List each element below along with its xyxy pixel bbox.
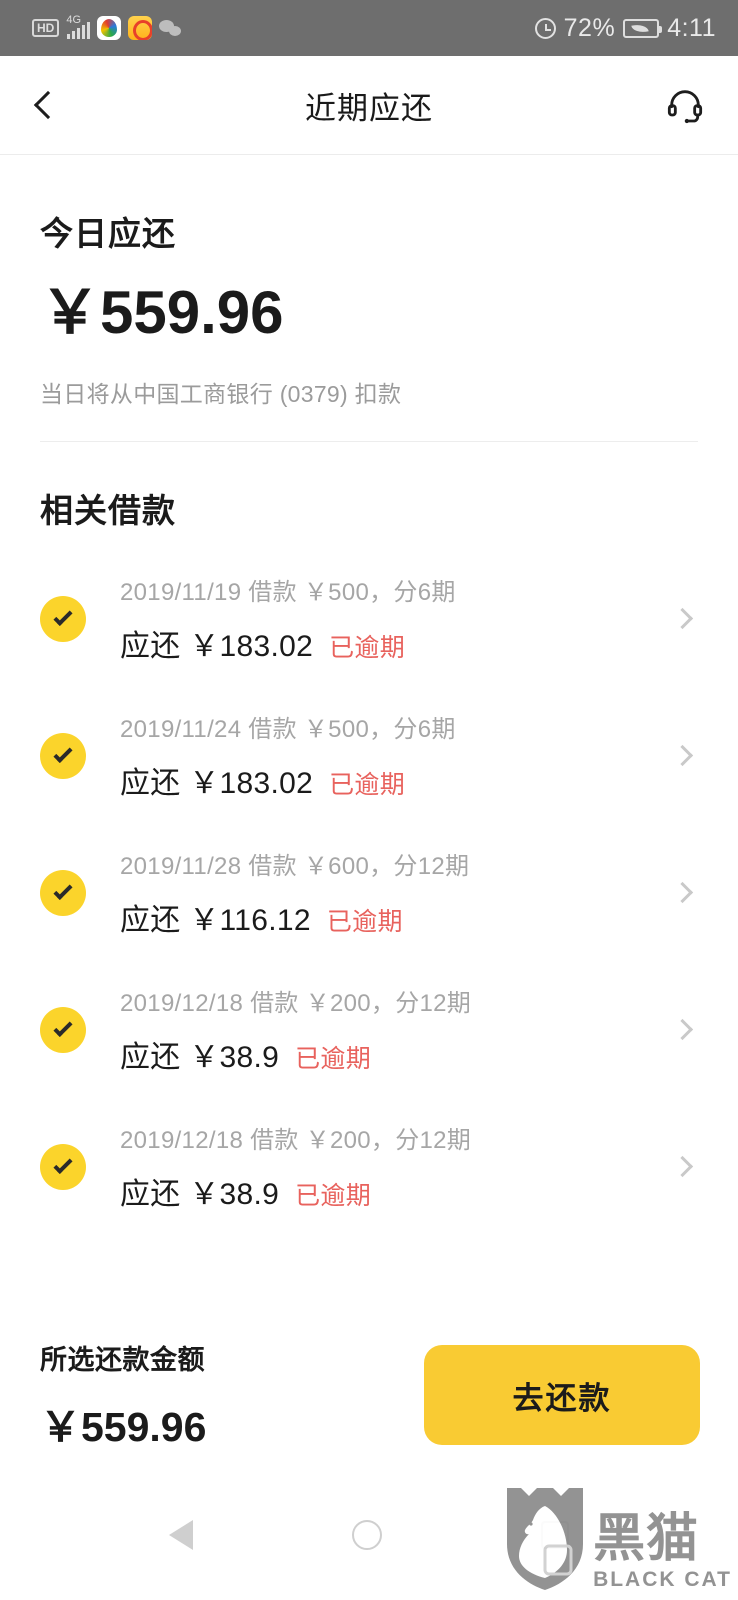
list-item[interactable]: 2019/12/18 借款 ￥200，分12期 应还 ￥38.9 已逾期 — [0, 1098, 738, 1235]
alarm-icon — [534, 17, 556, 39]
repay-button[interactable]: 去还款 — [424, 1345, 700, 1445]
loan-due-amount: 应还 ￥183.02 — [120, 767, 314, 800]
loan-text: 2019/11/28 借款 ￥600，分12期 应还 ￥116.12 已逾期 — [120, 846, 675, 939]
hd-icon: HD — [32, 19, 60, 37]
today-due-label: 今日应还 — [40, 215, 176, 252]
battery-percent-label: 72% — [563, 13, 616, 42]
chevron-left-icon — [33, 90, 63, 120]
status-badge: 已逾期 — [329, 634, 405, 662]
selected-amount-block: 所选还款金额 ￥559.96 — [40, 1338, 206, 1453]
loan-meta: 2019/12/18 借款 ￥200，分12期 — [120, 990, 472, 1017]
status-badge: 已逾期 — [295, 1182, 372, 1210]
loan-list: 2019/11/19 借款 ￥500，分6期 应还 ￥183.02 已逾期 20… — [0, 550, 738, 1235]
list-item[interactable]: 2019/12/18 借款 ￥200，分12期 应还 ￥38.9 已逾期 — [0, 961, 738, 1098]
signal-icon: 4G — [66, 14, 91, 39]
loan-meta: 2019/11/19 借款 ￥500，分6期 — [120, 579, 456, 606]
watermark: 黑猫 BLACK CAT — [505, 1484, 732, 1592]
status-badge: 已逾期 — [329, 771, 405, 799]
loan-text: 2019/12/18 借款 ￥200，分12期 应还 ￥38.9 已逾期 — [120, 983, 675, 1076]
black-cat-shield-icon — [507, 1488, 584, 1590]
loan-due-line: 应还 ￥38.9 已逾期 — [120, 1032, 675, 1076]
chevron-right-icon[interactable] — [671, 1018, 694, 1041]
checkbox-checked-icon[interactable] — [40, 869, 86, 916]
checkbox-checked-icon[interactable] — [40, 1143, 86, 1190]
status-badge: 已逾期 — [326, 908, 403, 936]
loan-meta: 2019/12/18 借款 ￥200，分12期 — [120, 1127, 472, 1154]
chevron-right-icon[interactable] — [671, 607, 694, 630]
bottom-action-bar: 所选还款金额 ￥559.96 去还款 — [0, 1320, 738, 1470]
network-type-label: 4G — [66, 14, 82, 26]
loan-due-amount: 应还 ￥38.9 — [120, 1178, 280, 1211]
watermark-en-label: BLACK CAT — [593, 1568, 732, 1591]
selected-amount-value: ￥559.96 — [40, 1403, 207, 1450]
chevron-right-icon[interactable] — [671, 881, 694, 904]
loan-due-amount: 应还 ￥38.9 — [120, 1041, 280, 1074]
loan-due-amount: 应还 ￥183.02 — [120, 630, 314, 663]
chevron-right-icon[interactable] — [671, 1155, 694, 1178]
checkbox-checked-icon[interactable] — [40, 595, 86, 642]
loan-text: 2019/11/19 借款 ￥500，分6期 应还 ￥183.02 已逾期 — [120, 572, 675, 665]
nav-home-icon[interactable] — [351, 1520, 382, 1550]
selected-amount-label: 所选还款金额 — [40, 1344, 205, 1375]
checkbox-checked-icon[interactable] — [40, 1006, 86, 1053]
list-item[interactable]: 2019/11/28 借款 ￥600，分12期 应还 ￥116.12 已逾期 — [0, 824, 738, 961]
status-badge: 已逾期 — [295, 1045, 372, 1073]
loan-due-line: 应还 ￥183.02 已逾期 — [120, 758, 675, 802]
today-due-amount: ￥559.96 — [40, 279, 284, 346]
loan-due-line: 应还 ￥38.9 已逾期 — [120, 1169, 675, 1213]
wechat-icon — [159, 16, 183, 40]
loan-text: 2019/11/24 借款 ￥500，分6期 应还 ￥183.02 已逾期 — [120, 709, 675, 802]
customer-service-button[interactable] — [654, 56, 716, 154]
related-loans-title: 相关借款 — [40, 492, 176, 529]
chevron-right-icon[interactable] — [671, 744, 694, 767]
uc-browser-icon — [97, 16, 122, 40]
status-bar-left: HD 4G — [32, 14, 183, 40]
loan-due-amount: 应还 ￥116.12 — [120, 904, 311, 937]
weibo-icon — [128, 16, 153, 40]
loan-due-line: 应还 ￥183.02 已逾期 — [120, 621, 675, 665]
watermark-cn-label: 黑猫 — [593, 1509, 700, 1568]
headset-icon — [667, 90, 703, 124]
watermark-text: 黑猫 BLACK CAT — [593, 1509, 732, 1592]
app-header: 近期应还 — [0, 56, 738, 155]
nav-back-icon[interactable] — [169, 1520, 194, 1550]
list-item[interactable]: 2019/11/24 借款 ￥500，分6期 应还 ￥183.02 已逾期 — [0, 687, 738, 824]
status-bar: HD 4G 72% 4:11 — [0, 0, 738, 56]
status-bar-right: 72% 4:11 — [534, 13, 716, 43]
today-due-section: 今日应还 ￥559.96 当日将从中国工商银行 (0379) 扣款 — [0, 155, 738, 409]
battery-icon — [623, 18, 663, 38]
back-button[interactable] — [18, 56, 78, 154]
checkbox-checked-icon[interactable] — [40, 732, 86, 779]
loan-meta: 2019/11/28 借款 ￥600，分12期 — [120, 853, 470, 880]
phone-screen: HD 4G 72% 4:11 近期应还 今日应还 ￥559.96 当日将从中国工… — [0, 0, 738, 1600]
loan-due-line: 应还 ￥116.12 已逾期 — [120, 895, 675, 939]
loan-text: 2019/12/18 借款 ￥200，分12期 应还 ￥38.9 已逾期 — [120, 1120, 675, 1213]
clock-label: 4:11 — [667, 13, 716, 42]
deduction-note: 当日将从中国工商银行 (0379) 扣款 — [40, 381, 402, 407]
loan-meta: 2019/11/24 借款 ￥500，分6期 — [120, 716, 456, 743]
list-item[interactable]: 2019/11/19 借款 ￥500，分6期 应还 ￥183.02 已逾期 — [0, 550, 738, 687]
page-title: 近期应还 — [305, 90, 433, 126]
